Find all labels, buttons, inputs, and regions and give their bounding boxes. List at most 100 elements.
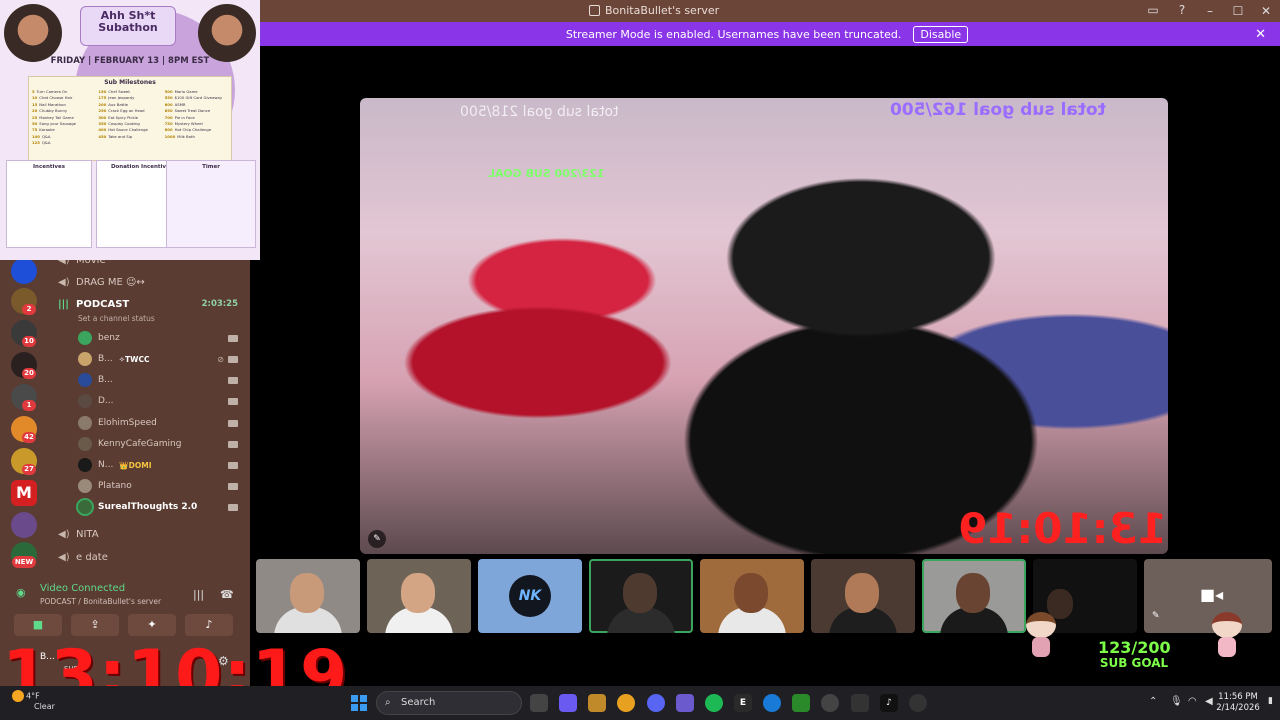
signal-icon[interactable]: ◉ [16, 586, 26, 599]
voice-member[interactable]: ElohimSpeed [78, 413, 250, 433]
weather-widget[interactable]: 4°F Clear [12, 690, 55, 712]
inbox-icon[interactable]: ▭ [1146, 3, 1160, 17]
spotify-icon[interactable] [705, 694, 723, 712]
milestone-label: Sweet Treat Dance [174, 108, 211, 114]
disable-button[interactable]: Disable [913, 25, 969, 43]
channel-podcast[interactable]: ||| PODCAST 2:03:25 [48, 294, 250, 314]
voice-member[interactable]: N... 👑DOMI [78, 455, 250, 475]
task-view-icon[interactable] [530, 694, 548, 712]
camera-icon [228, 376, 238, 384]
member-name: SurealThoughts 2.0 [98, 502, 198, 512]
tray-chevron-icon[interactable]: ⌃ [1149, 696, 1157, 707]
store-icon[interactable] [588, 694, 606, 712]
chrome-icon[interactable] [617, 694, 635, 712]
channel-drag-me[interactable]: ◀) DRAG ME 😉↔ [48, 272, 250, 292]
mirrored-timer: 13:10:19 [958, 504, 1167, 553]
speaker-icon: ◀) [58, 551, 70, 563]
voice-status-channel[interactable]: PODCAST / BonitaBullet's server [40, 597, 161, 606]
milestone-count: 15 [32, 101, 38, 107]
wifi-icon[interactable]: ◠ [1188, 696, 1197, 707]
milestone-count: 20 [32, 108, 38, 114]
sub-goal-count: 123/200 [1098, 638, 1171, 657]
weather-desc: Clear [34, 702, 55, 711]
milestone-label: Chef Sweet [108, 89, 130, 94]
milestone-label: Mystery Wheel [174, 120, 203, 126]
help-icon[interactable]: ? [1175, 3, 1189, 17]
taskbar-clock[interactable]: 11:56 PM 2/14/2026 [1212, 692, 1264, 714]
participant-tile[interactable] [256, 559, 360, 633]
windows-taskbar: 4°F Clear ⌕ Search E ♪ ⌃ 🎙 ◠ ◀ 11:56 PM … [0, 686, 1280, 720]
app-icon[interactable] [821, 694, 839, 712]
milestone-label: ASMR [174, 101, 186, 107]
participant-tile[interactable] [367, 559, 471, 633]
voice-status-title[interactable]: Video Connected [40, 583, 125, 594]
main-video-feed[interactable]: total sub goal 218/500 total sub goal 16… [360, 98, 1168, 554]
activities-button[interactable]: ✦ [128, 614, 176, 636]
voice-member[interactable]: Platano [78, 476, 250, 496]
channel-nita[interactable]: ◀) NITA [48, 524, 250, 544]
clock-time: 11:56 PM [1218, 692, 1258, 702]
channel-status-input[interactable]: Set a channel status [78, 314, 155, 323]
sub-goal-overlay: 123/200 SUB GOAL [1098, 638, 1171, 671]
avatar-logo: NK [509, 575, 551, 617]
milestones-title: Sub Milestones [104, 79, 156, 86]
server-icon[interactable] [11, 512, 37, 538]
disconnect-icon[interactable]: ☎ [220, 588, 234, 601]
overlay-goal-text: total sub goal 218/500 [460, 104, 619, 120]
milestone-label: Crack Egg on Head [108, 108, 145, 114]
mic-muted-icon: ✎ [368, 530, 386, 548]
participant-tile-speaking[interactable] [589, 559, 693, 633]
participant-tile-speaking[interactable] [922, 559, 1026, 633]
game-controller-icon[interactable] [676, 694, 694, 712]
streamer-mode-banner: Streamer Mode is enabled. Usernames have… [260, 22, 1280, 46]
channel-e-date[interactable]: ◀) e date [48, 547, 250, 567]
server-icon[interactable] [11, 258, 37, 284]
voice-member[interactable]: D... [78, 391, 250, 411]
poster-photo-right [198, 4, 256, 62]
minimize-button[interactable]: – [1196, 4, 1224, 18]
taskbar-search[interactable]: ⌕ Search [376, 691, 522, 715]
milestone-count: 750 [164, 120, 173, 126]
nvidia-icon[interactable] [792, 694, 810, 712]
incentives-card: Incentives [6, 160, 92, 248]
participant-tile[interactable] [700, 559, 804, 633]
milestone-row: 125 Q&A [32, 140, 95, 146]
tiktok-icon[interactable]: ♪ [880, 694, 898, 712]
voice-activity-icon: ||| [58, 298, 69, 310]
mic-icon[interactable]: 🎙 [1170, 696, 1183, 707]
milestone-count: 75 [32, 127, 38, 133]
voice-member[interactable]: KennyCafeGaming [78, 434, 250, 454]
maximize-button[interactable]: ☐ [1224, 4, 1252, 18]
notification-icon[interactable]: ▮ [1268, 696, 1276, 710]
voice-member[interactable]: benz [78, 328, 250, 348]
camera-toggle-button[interactable]: ■ [14, 614, 62, 636]
milestone-count: 250 [98, 108, 107, 114]
voice-member[interactable]: B... [78, 370, 250, 390]
voice-member[interactable]: B... ✧TWCC ⊘ [78, 349, 250, 369]
soundboard-button[interactable]: ♪ [185, 614, 233, 636]
milestone-count: 550 [164, 95, 173, 101]
discord-icon[interactable] [647, 694, 665, 712]
voice-member[interactable]: SurealThoughts 2.0 [78, 497, 250, 517]
participant-tile[interactable] [811, 559, 915, 633]
server-icon-m[interactable]: M [11, 480, 37, 506]
unread-badge: 1 [22, 400, 36, 411]
app-icon[interactable] [763, 694, 781, 712]
close-window-button[interactable]: ✕ [1252, 4, 1280, 18]
app-icon[interactable] [851, 694, 869, 712]
member-name: B... [98, 375, 113, 385]
milestone-label: Hot Chip Challenge [174, 127, 212, 133]
windows-start-icon[interactable] [351, 695, 367, 711]
milestone-label: Eat Spicy Pickle [108, 114, 139, 120]
screen-share-button[interactable]: ⇪ [71, 614, 119, 636]
unread-badge: 2 [22, 304, 36, 315]
epic-games-icon[interactable]: E [734, 694, 752, 712]
app-icon[interactable] [909, 694, 927, 712]
participant-tile[interactable]: NK [478, 559, 582, 633]
camera-icon [228, 503, 238, 511]
copilot-icon[interactable] [559, 694, 577, 712]
close-icon[interactable]: ✕ [1255, 27, 1266, 42]
milestone-label: Hot Sauce Challenge [108, 127, 148, 133]
camera-icon [228, 461, 238, 469]
noise-suppression-icon[interactable]: ||| [193, 588, 204, 601]
